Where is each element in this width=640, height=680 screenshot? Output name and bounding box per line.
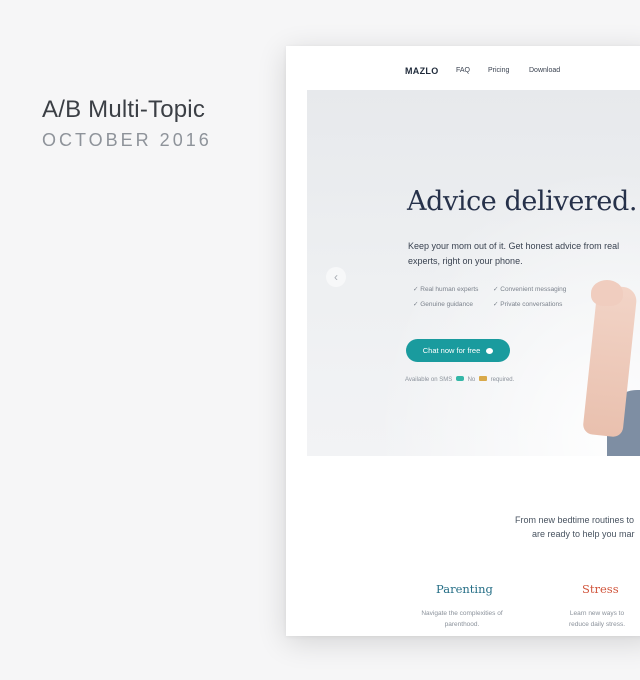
hero-section: ‹ Advice delivered. Keep your mom out of… (307, 90, 640, 456)
caption: A/B Multi-Topic OCTOBER 2016 (42, 96, 212, 151)
caption-title: A/B Multi-Topic (42, 96, 206, 123)
availability-text-3: required. (490, 377, 515, 383)
topic-stress-description: Learn new ways to reduce daily stress. (569, 610, 625, 628)
topic-stress-title[interactable]: Stress (582, 582, 619, 596)
nav-link-pricing[interactable]: Pricing (488, 67, 509, 74)
topic-parenting-title[interactable]: Parenting (436, 582, 493, 596)
intro-line-2: are ready to help you mar (532, 529, 635, 539)
feature-item: ✓ Convenient messaging (493, 286, 567, 293)
hero-title: Advice delivered. (407, 186, 638, 217)
nav-link-download[interactable]: Download (529, 67, 560, 74)
caption-date: OCTOBER 2016 (42, 130, 212, 150)
chevron-left-icon[interactable]: ‹ (326, 267, 346, 287)
credit-card-icon (478, 376, 487, 381)
hero-subtitle: Keep your mom out of it. Get honest advi… (408, 241, 620, 266)
top-nav: MAZLO FAQ Pricing Download (286, 46, 640, 92)
feature-item: ✓ Real human experts (413, 286, 479, 293)
sms-badge-icon (455, 376, 464, 381)
topic-parenting-description: Navigate the complexities of parenthood. (421, 610, 503, 628)
brand-logo[interactable]: MAZLO (405, 66, 439, 76)
feature-item: ✓ Private conversations (493, 301, 563, 308)
availability-text-1: Available on SMS (405, 377, 453, 383)
chat-now-label: Chat now for free (422, 346, 481, 355)
nav-link-faq[interactable]: FAQ (456, 67, 470, 74)
availability-note: Available on SMS No required. (405, 376, 514, 383)
website-mockup: MAZLO FAQ Pricing Download ‹ Advice deli… (286, 46, 640, 636)
hero-photo-hand (591, 280, 623, 306)
feature-item: ✓ Genuine guidance (413, 301, 474, 308)
intro-line-1: From new bedtime routines to (515, 515, 635, 525)
chat-bubble-icon (486, 348, 494, 354)
chat-now-button[interactable]: Chat now for free (406, 339, 510, 362)
availability-text-2: No (467, 377, 476, 383)
